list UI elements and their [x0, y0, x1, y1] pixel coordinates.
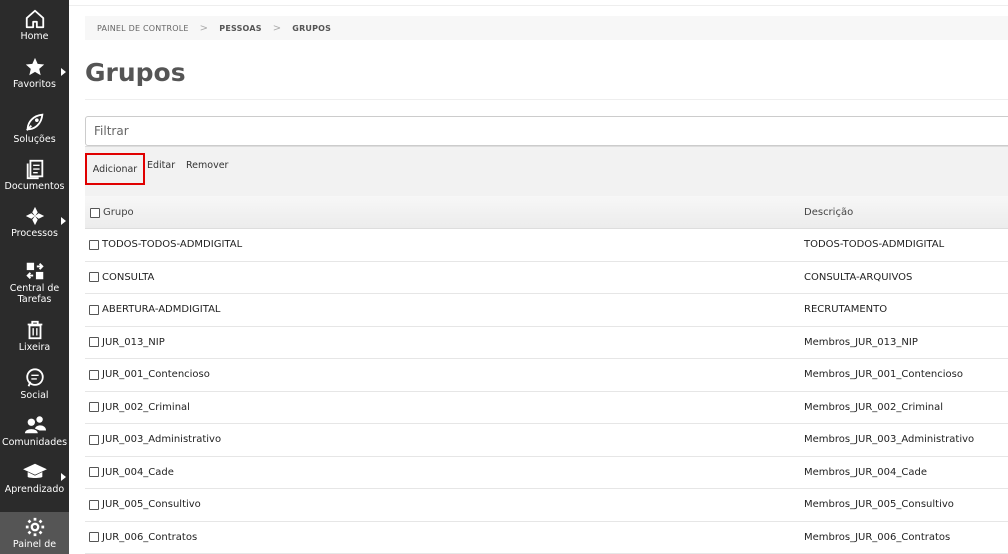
group-name: CONSULTA [102, 271, 155, 283]
sidebar-item-label: Home [20, 31, 49, 42]
sidebar-item-label: Favoritos [13, 79, 56, 90]
table-row[interactable]: JUR_004_Cade Membros_JUR_004_Cade [85, 456, 1008, 489]
row-checkbox[interactable] [89, 499, 99, 510]
row-checkbox[interactable] [89, 369, 99, 380]
breadcrumb-item-pessoas[interactable]: PESSOAS [219, 24, 261, 33]
chat-icon [25, 368, 44, 387]
rocket-icon [25, 113, 43, 131]
group-description: Membros_JUR_013_NIP [804, 336, 918, 348]
graduation-cap-icon [22, 463, 47, 478]
sidebar-item-label: Central de Tarefas [9, 283, 60, 305]
row-checkbox[interactable] [89, 239, 99, 250]
sidebar-item-label: Aprendizado [4, 484, 65, 495]
sidebar-item-aprendizado[interactable]: Aprendizado [0, 461, 69, 495]
edit-button[interactable]: Editar [147, 160, 175, 171]
workflow-icon [25, 206, 44, 226]
sidebar-item-label: Social [20, 390, 49, 401]
row-checkbox[interactable] [89, 304, 99, 315]
sidebar-item-painel-de-controle[interactable]: Painel de [0, 512, 69, 554]
sidebar-item-central-de-tarefas[interactable]: Central de Tarefas [0, 260, 69, 305]
main-content: PAINEL DE CONTROLE > PESSOAS > GRUPOS Gr… [69, 0, 1008, 554]
community-icon [24, 416, 46, 434]
row-checkbox[interactable] [89, 532, 99, 542]
table-row[interactable]: JUR_002_Criminal Membros_JUR_002_Crimina… [85, 391, 1008, 424]
group-description: Membros_JUR_002_Criminal [804, 401, 944, 413]
divider [85, 99, 1008, 100]
group-description: RECRUTAMENTO [804, 304, 888, 315]
group-name: JUR_006_Contratos [102, 531, 198, 543]
group-name: JUR_001_Contencioso [102, 369, 210, 380]
home-icon [25, 9, 44, 29]
table-row[interactable]: JUR_005_Consultivo Membros_JUR_005_Consu… [85, 489, 1008, 522]
chevron-right-icon [61, 473, 66, 481]
sidebar-item-comunidades[interactable]: Comunidades [0, 414, 69, 448]
tasks-icon [25, 262, 44, 280]
row-checkbox[interactable] [89, 467, 99, 477]
sidebar-item-social[interactable]: Social [0, 367, 69, 401]
group-name: JUR_004_Cade [102, 466, 174, 478]
row-checkbox[interactable] [89, 434, 99, 445]
row-checkbox[interactable] [89, 272, 99, 282]
sidebar-item-favoritos[interactable]: Favoritos [0, 56, 69, 90]
sidebar-item-solucoes[interactable]: Soluções [0, 111, 69, 145]
group-name: JUR_002_Criminal [102, 401, 190, 413]
sidebar-item-label: Lixeira [18, 342, 51, 353]
group-description: Membros_JUR_004_Cade [804, 466, 928, 478]
sidebar-item-label: Processos [11, 228, 58, 239]
breadcrumb-item-grupos: GRUPOS [292, 23, 332, 33]
star-icon [25, 57, 44, 76]
group-name: JUR_003_Administrativo [102, 434, 222, 445]
table-row[interactable]: TODOS-TODOS-ADMDIGITAL TODOS-TODOS-ADMDI… [85, 229, 1008, 262]
table-row[interactable]: JUR_013_NIP Membros_JUR_013_NIP [85, 326, 1008, 359]
column-header-descricao[interactable]: Descrição [804, 207, 853, 218]
documents-icon [26, 159, 43, 180]
table-row[interactable]: JUR_006_Contratos Membros_JUR_006_Contra… [85, 521, 1008, 554]
group-description: Membros_JUR_003_Administrativo [804, 434, 975, 445]
sidebar-item-label: Soluções [13, 134, 56, 145]
sidebar-item-lixeira[interactable]: Lixeira [0, 319, 69, 353]
table-header: Grupo Descrição [85, 196, 1008, 229]
page-title: Grupos [85, 58, 186, 87]
row-checkbox[interactable] [89, 337, 99, 347]
table-row[interactable]: ABERTURA-ADMDIGITAL RECRUTAMENTO [85, 294, 1008, 327]
chevron-right-icon: > [199, 22, 209, 34]
table-row[interactable]: CONSULTA CONSULTA-ARQUIVOS [85, 261, 1008, 294]
group-description: CONSULTA-ARQUIVOS [804, 271, 913, 283]
row-checkbox[interactable] [89, 402, 99, 412]
group-description: TODOS-TODOS-ADMDIGITAL [804, 239, 945, 250]
group-description: Membros_JUR_001_Contencioso [804, 369, 963, 380]
group-name: JUR_013_NIP [102, 336, 165, 348]
sidebar-item-label: Painel de [12, 539, 57, 550]
filter-input[interactable] [85, 116, 1008, 146]
breadcrumb: PAINEL DE CONTROLE > PESSOAS > GRUPOS [85, 16, 1008, 40]
select-all-checkbox[interactable] [90, 207, 100, 218]
top-strip [69, 0, 1008, 6]
table-row[interactable]: JUR_001_Contencioso Membros_JUR_001_Cont… [85, 359, 1008, 392]
chevron-right-icon [61, 217, 66, 225]
add-button[interactable]: Adicionar [85, 153, 145, 185]
table-row[interactable]: JUR_003_Administrativo Membros_JUR_003_A… [85, 424, 1008, 457]
group-name: JUR_005_Consultivo [102, 499, 201, 510]
group-description: Membros_JUR_005_Consultivo [804, 499, 954, 510]
toolbar: Adicionar Editar Remover [85, 146, 1008, 196]
sidebar-item-label: Documentos [4, 181, 65, 192]
breadcrumb-item-painel-de-controle[interactable]: PAINEL DE CONTROLE [97, 24, 189, 33]
group-name: ABERTURA-ADMDIGITAL [102, 304, 221, 315]
gear-icon [25, 517, 44, 537]
sidebar: Home Favoritos Soluções Documentos Proce… [0, 0, 69, 554]
sidebar-item-home[interactable]: Home [0, 8, 69, 42]
group-description: Membros_JUR_006_Contratos [804, 531, 951, 543]
sidebar-item-label: Comunidades [1, 437, 68, 448]
remove-button[interactable]: Remover [186, 160, 228, 171]
chevron-right-icon [61, 68, 66, 76]
sidebar-item-processos[interactable]: Processos [0, 205, 69, 239]
sidebar-item-documentos[interactable]: Documentos [0, 158, 69, 192]
column-header-grupo[interactable]: Grupo [103, 207, 134, 218]
trash-icon [27, 320, 42, 340]
chevron-right-icon: > [272, 22, 282, 34]
groups-table: Grupo Descrição TODOS-TODOS-ADMDIGITAL T… [85, 196, 1008, 554]
group-name: TODOS-TODOS-ADMDIGITAL [102, 239, 243, 250]
